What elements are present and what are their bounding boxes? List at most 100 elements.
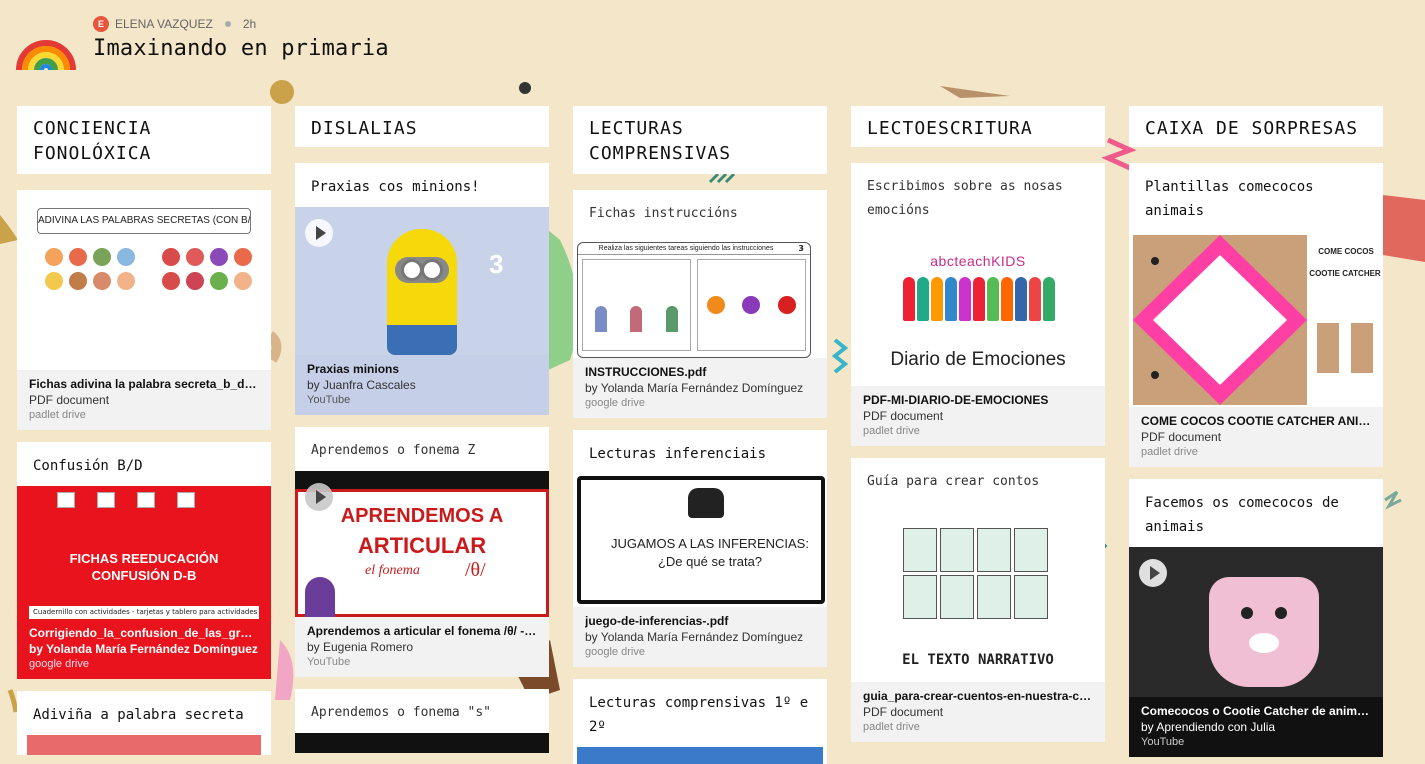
attachment-title: PDF-MI-DIARIO-DE-EMOCIONES <box>863 393 1049 407</box>
video-thumbnail[interactable] <box>1129 547 1383 697</box>
rainbow-logo-icon <box>16 40 76 71</box>
post-title: Praxias cos minions! <box>311 179 480 195</box>
play-icon[interactable] <box>1139 559 1167 587</box>
thumbnail-text: ADIVINA LAS PALABRAS SECRETAS (CON B/D) <box>37 208 251 234</box>
attachment-author: by Yolanda María Fernández Domínguez <box>29 642 258 656</box>
attachment-info[interactable]: Corrigiendo_la_confusion_de_las_grafia..… <box>17 619 271 679</box>
thumbnail-line: COME COCOS <box>1318 247 1374 256</box>
attachment-info[interactable]: Aprendemos a articular el fonema /θ/ - .… <box>295 617 549 677</box>
attachment-thumbnail[interactable]: EL TEXTO NARRATIVO <box>851 502 1105 682</box>
attachment-title: Corrigiendo_la_confusion_de_las_grafia..… <box>29 626 259 640</box>
author-info: E ELENA VAZQUEZ 2h <box>93 16 256 32</box>
attachment-title: Aprendemos a articular el fonema /θ/ - .… <box>307 624 537 638</box>
video-thumbnail[interactable]: 3 <box>295 207 549 355</box>
page-title: Imaxinando en primaria <box>93 36 389 61</box>
attachment-source: YouTube <box>307 656 351 668</box>
column-lectoescritura: LECTOESCRITURA Escribimos sobre as nosas… <box>851 106 1105 754</box>
attachment-source: padlet drive <box>1141 446 1198 458</box>
post-card[interactable]: ADIVINA LAS PALABRAS SECRETAS (CON B/D) … <box>17 190 271 430</box>
attachment-info[interactable]: Comecocos o Cootie Catcher de animal... … <box>1129 697 1383 757</box>
paw-icon <box>1351 323 1373 373</box>
attachment-title: INSTRUCCIONES.pdf <box>585 365 707 379</box>
post-card[interactable]: Plantillas comecocos animais COME COCOS … <box>1129 163 1383 467</box>
attachment-info[interactable]: INSTRUCCIONES.pdf by Yolanda María Ferná… <box>573 358 827 418</box>
minion-figure <box>387 229 457 355</box>
attachment-author: by Yolanda María Fernández Domínguez <box>585 630 804 644</box>
attachment-info[interactable]: Praxias minions by Juanfra Cascales YouT… <box>295 355 549 415</box>
attachment-thumbnail[interactable]: JUGAMOS A LAS INFERENCIAS: ¿De qué se tr… <box>573 474 827 607</box>
thumbnail-line: ARTICULAR <box>357 533 487 558</box>
paw-icon <box>1317 323 1339 373</box>
column-title: LECTURAS COMPRENSIVAS <box>573 106 827 174</box>
attachment-info[interactable]: Fichas adivina la palabra secreta_b_d_E.… <box>17 370 271 430</box>
picture-grid <box>45 248 135 290</box>
video-thumbnail[interactable]: APRENDEMOS A ARTICULAR el fonema /θ/ <box>295 471 549 617</box>
post-title: Adiviña a palabra secreta <box>33 707 244 723</box>
attachment-info[interactable]: COME COCOS COOTIE CATCHER ANIMA... PDF d… <box>1129 407 1383 467</box>
attachment-thumbnail[interactable]: Realiza las siguientes tareas siguiendo … <box>573 234 827 358</box>
attachment-author: by Juanfra Cascales <box>307 378 416 392</box>
post-title: Aprendemos o fonema Z <box>311 443 476 458</box>
thumbnail-line: el fonema <box>365 563 420 578</box>
teacher-figure <box>305 577 335 617</box>
bunny-cootie-catcher <box>1209 577 1319 687</box>
post-title: Confusión B/D <box>33 458 143 474</box>
post-card[interactable]: Lecturas inferenciais JUGAMOS A LAS INFE… <box>573 430 827 667</box>
post-card[interactable]: Facemos os comecocos de animais Comecoco… <box>1129 479 1383 757</box>
brand-text: abcteachKIDS <box>930 253 1026 269</box>
worksheet-page: 3 <box>798 244 804 253</box>
post-title: Escribimos sobre as nosas emocións <box>867 179 1063 218</box>
post-card[interactable]: Confusión B/D FICHAS REEDUCACIÓN CONFUSI… <box>17 442 271 679</box>
attachment-source: google drive <box>585 646 645 658</box>
attachment-thumbnail[interactable]: COME COCOS COOTIE CATCHER <box>1129 231 1383 407</box>
video-thumbnail[interactable] <box>295 733 549 753</box>
attachment-info[interactable]: PDF-MI-DIARIO-DE-EMOCIONES PDF document … <box>851 386 1105 446</box>
attachment-source: padlet drive <box>29 409 86 421</box>
thumbnail-line: FICHAS REEDUCACIÓN <box>69 551 219 566</box>
post-title: Lecturas inferenciais <box>589 446 767 462</box>
thumbnail-line: CONFUSIÓN D-B <box>91 568 197 583</box>
attachment-title: guia_para-crear-cuentos-en-nuestra-clase <box>863 689 1093 703</box>
attachment-thumbnail[interactable]: abcteachKIDS Diario de Emociones <box>851 231 1105 386</box>
attachment-thumbnail[interactable]: ADIVINA LAS PALABRAS SECRETAS (CON B/D) <box>17 190 271 370</box>
attachment-thumbnail[interactable] <box>577 747 823 764</box>
post-card[interactable]: Lecturas comprensivas 1º e 2º <box>573 679 827 764</box>
thumbnail-line: APRENDEMOS A <box>340 505 504 527</box>
attachment-info[interactable]: juego-de-inferencias-.pdf by Yolanda Mar… <box>573 607 827 667</box>
post-card[interactable]: Adiviña a palabra secreta <box>17 691 271 755</box>
cootie-catcher-template <box>1133 235 1307 405</box>
post-card[interactable]: Praxias cos minions! 3 Praxias minions b… <box>295 163 549 415</box>
attachment-thumbnail[interactable]: FICHAS REEDUCACIÓN CONFUSIÓN D-B Cuadern… <box>17 486 271 619</box>
play-icon[interactable] <box>305 219 333 247</box>
post-card[interactable]: Aprendemos o fonema "s" <box>295 689 549 753</box>
attachment-info[interactable]: guia_para-crear-cuentos-en-nuestra-clase… <box>851 682 1105 742</box>
avatar[interactable]: E <box>93 16 109 32</box>
thumbnail-line: JUGAMOS A LAS INFERENCIAS: <box>611 536 809 551</box>
thumbnail-line: COOTIE CATCHER <box>1309 269 1381 278</box>
thumbnail-caption: EL TEXTO NARRATIVO <box>902 652 1054 668</box>
thumbnail-caption: Diario de Emociones <box>890 349 1066 370</box>
post-card[interactable]: Fichas instruccións Realiza las siguient… <box>573 190 827 418</box>
attachment-title: Fichas adivina la palabra secreta_b_d_E.… <box>29 377 259 391</box>
post-title: Facemos os comecocos de animais <box>1145 495 1339 535</box>
attachment-type: PDF document <box>29 393 110 407</box>
attachment-title: Praxias minions <box>307 362 400 376</box>
mystery-box-icon <box>688 488 724 518</box>
attachment-source: padlet drive <box>863 721 920 733</box>
attachment-source: padlet drive <box>863 425 920 437</box>
video-number: 3 <box>489 249 504 279</box>
attachment-type: PDF document <box>863 409 944 423</box>
post-card[interactable]: Aprendemos o fonema Z APRENDEMOS A ARTIC… <box>295 427 549 677</box>
thumbnail-small-text: Cuadernillo con actividades - tarjetas y… <box>29 606 259 619</box>
attachment-title: Comecocos o Cootie Catcher de animal... <box>1141 704 1371 718</box>
author-name[interactable]: ELENA VAZQUEZ <box>115 17 213 31</box>
column-lecturas-comprensivas: LECTURAS COMPRENSIVAS Fichas instrucción… <box>573 106 827 764</box>
thumbnail-line: /θ/ <box>465 559 486 581</box>
post-title: Fichas instruccións <box>589 206 738 221</box>
attachment-thumbnail[interactable] <box>27 735 261 755</box>
separator-dot <box>224 21 231 27</box>
attachment-source: YouTube <box>307 394 351 406</box>
card-icons <box>57 492 195 508</box>
post-card[interactable]: Escribimos sobre as nosas emocións abcte… <box>851 163 1105 446</box>
post-card[interactable]: Guía para crear contos EL TEXTO NARRATIV… <box>851 458 1105 742</box>
